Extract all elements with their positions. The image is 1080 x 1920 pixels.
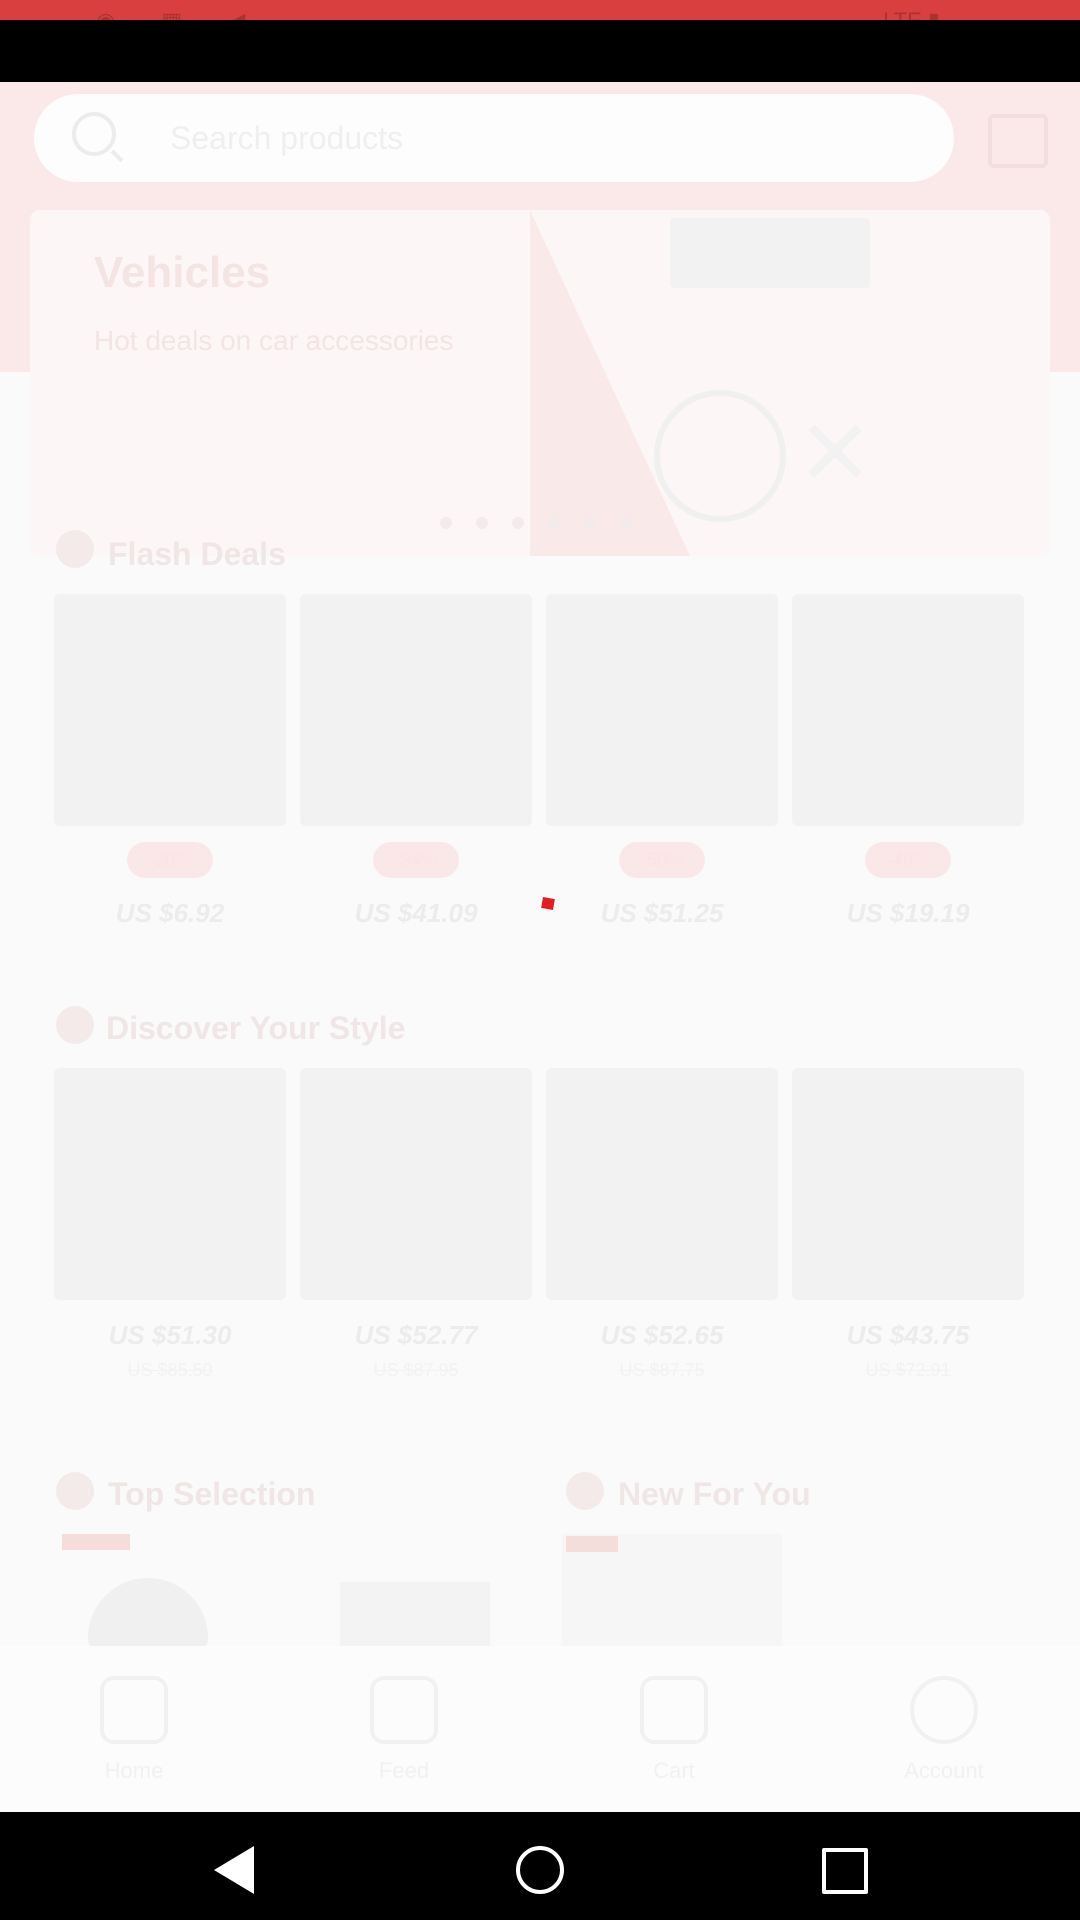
carousel-indicator <box>440 516 656 534</box>
flash-deal-price: US $41.09 <box>354 898 478 928</box>
discover-icon <box>56 1006 94 1044</box>
discount-badge: -20% <box>127 842 213 878</box>
recents-icon[interactable] <box>822 1848 868 1894</box>
flash-deal-price: US $19.19 <box>846 898 970 928</box>
flash-deal-image[interactable] <box>792 594 1024 826</box>
discount-badge: -50% <box>619 842 705 878</box>
search-icon <box>72 112 116 156</box>
nav-label: Cart <box>653 1758 695 1783</box>
nav-home[interactable]: Home <box>24 1676 244 1784</box>
new-for-you-icon <box>566 1472 604 1510</box>
tag-badge <box>62 1534 130 1550</box>
app-content: Search products Vehicles Hot deals on ca… <box>0 82 1080 1812</box>
discover-item-price: US $51.30 <box>108 1320 232 1350</box>
banner-shape <box>530 210 690 556</box>
promo-banner[interactable]: Vehicles Hot deals on car accessories × <box>30 210 1050 556</box>
carousel-dot <box>584 517 596 529</box>
discover-style-title[interactable]: Discover Your Style <box>106 1010 405 1047</box>
discover-item-image[interactable] <box>546 1068 778 1300</box>
top-selection-image[interactable] <box>340 1582 490 1648</box>
carousel-dot <box>440 517 452 529</box>
top-black-band <box>0 20 1080 82</box>
banner-subtitle: Hot deals on car accessories <box>94 325 454 356</box>
discount-badge: -40% <box>865 842 951 878</box>
carousel-dot <box>620 517 632 529</box>
discover-item-old-price: US $87.75 <box>619 1360 705 1380</box>
top-selection-image[interactable] <box>88 1578 208 1648</box>
flash-deal-image[interactable] <box>300 594 532 826</box>
discover-item-price: US $52.77 <box>354 1320 478 1350</box>
discover-item-image[interactable] <box>792 1068 1024 1300</box>
search-placeholder: Search products <box>170 120 404 156</box>
back-icon[interactable] <box>214 1846 254 1894</box>
discover-item-old-price: US $85.50 <box>127 1360 213 1380</box>
banner-product-image <box>670 218 870 288</box>
flash-deal-image[interactable] <box>54 594 286 826</box>
banner-title: Vehicles <box>94 248 271 297</box>
carousel-dot <box>512 517 524 529</box>
discover-item-price: US $43.75 <box>846 1320 970 1350</box>
account-icon <box>910 1676 978 1744</box>
flash-deal-image[interactable] <box>546 594 778 826</box>
nav-label: Account <box>904 1758 984 1783</box>
top-selection-title[interactable]: Top Selection <box>108 1476 315 1513</box>
feed-icon <box>370 1676 438 1744</box>
tag-badge <box>566 1536 618 1552</box>
cart-icon <box>640 1676 708 1744</box>
top-selection-icon <box>56 1472 94 1510</box>
search-input[interactable]: Search products <box>34 94 954 182</box>
nav-account[interactable]: Account <box>834 1676 1054 1784</box>
scan-icon[interactable] <box>988 114 1048 168</box>
nav-cart[interactable]: Cart <box>564 1676 784 1784</box>
flash-deal-price: US $6.92 <box>115 898 225 928</box>
android-navigation-bar <box>0 1812 1080 1920</box>
discover-item-image[interactable] <box>300 1068 532 1300</box>
nav-label: Home <box>104 1758 164 1783</box>
discover-item-price: US $52.65 <box>600 1320 724 1350</box>
carousel-dot <box>476 517 488 529</box>
nav-label: Feed <box>378 1758 430 1783</box>
nav-feed[interactable]: Feed <box>294 1676 514 1784</box>
flash-icon <box>56 530 94 568</box>
new-for-you-title[interactable]: New For You <box>618 1476 811 1513</box>
flash-deal-price: US $51.25 <box>600 898 724 928</box>
flash-deals-title[interactable]: Flash Deals <box>108 536 286 573</box>
discount-badge: -34% <box>373 842 459 878</box>
discover-item-image[interactable] <box>54 1068 286 1300</box>
home-icon <box>100 1676 168 1744</box>
discover-item-old-price: US $72.91 <box>865 1360 951 1380</box>
home-circle-icon[interactable] <box>516 1846 564 1894</box>
carousel-dot <box>548 517 560 529</box>
banner-product-image: × <box>800 383 871 517</box>
bottom-navigation: Home Feed Cart Account <box>0 1646 1080 1812</box>
banner-product-image <box>654 390 786 522</box>
loading-indicator <box>541 897 555 910</box>
discover-item-old-price: US $87.95 <box>373 1360 459 1380</box>
